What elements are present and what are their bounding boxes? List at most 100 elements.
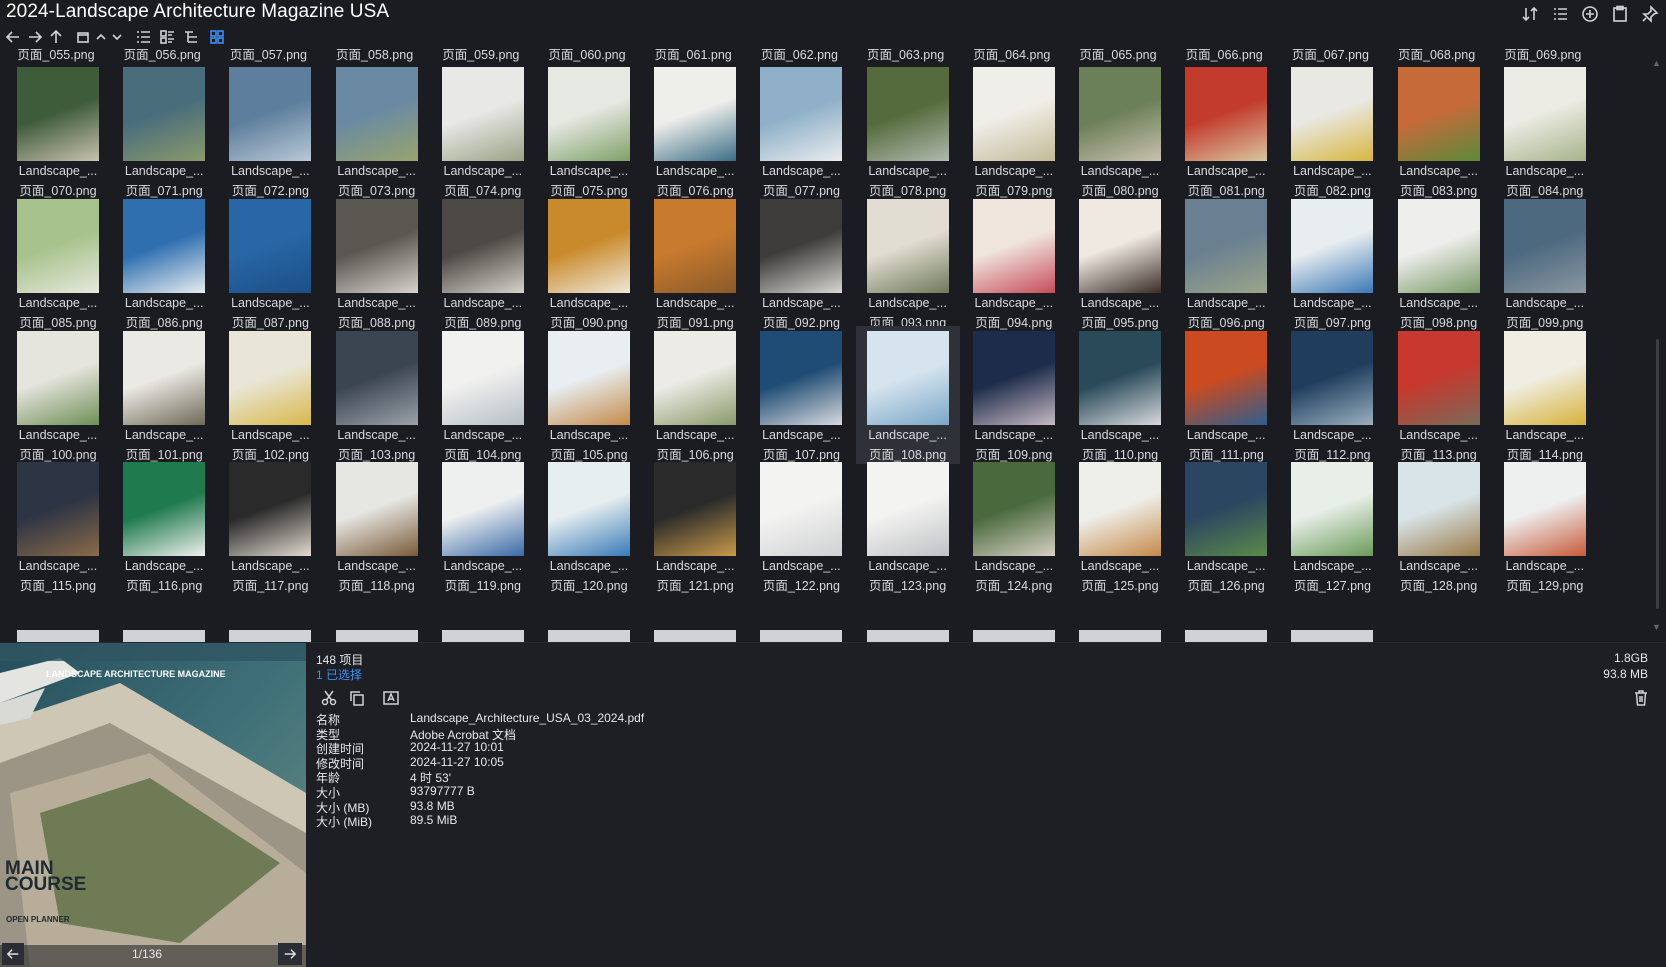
thumbnail-tile[interactable]: Landscape_... 页面_082.png	[1280, 62, 1384, 200]
thumbnail-tile[interactable]: Landscape_... 页面_129.png	[1493, 457, 1597, 595]
thumbnail-tile[interactable]: Landscape_... 页面_099.png	[1493, 194, 1597, 332]
thumbnail-label-top[interactable]: 页面_058.png	[323, 44, 427, 63]
thumbnail-tile[interactable]: Landscape_... 页面_124.png	[962, 457, 1066, 595]
thumbnail-tile[interactable]: Landscape_... 页面_093.png	[856, 194, 960, 332]
thumbnail-partial[interactable]	[229, 630, 312, 642]
thumbnail-tile[interactable]: Landscape_... 页面_081.png	[1174, 62, 1278, 200]
thumbnail-partial[interactable]	[866, 630, 949, 642]
thumbnail-tile[interactable]: Landscape_... 页面_110.png	[1068, 326, 1172, 464]
copy-icon[interactable]	[348, 689, 368, 709]
thumbnail-tile[interactable]: Landscape_... 页面_112.png	[1280, 326, 1384, 464]
thumbnail-label-top[interactable]: 页面_066.png	[1172, 44, 1276, 63]
thumbnail-tile[interactable]: Landscape_... 页面_101.png	[112, 326, 216, 464]
thumbnail-partial[interactable]	[972, 630, 1055, 642]
thumbnail-tile[interactable]: Landscape_... 页面_109.png	[962, 326, 1066, 464]
thumbnail-tile[interactable]: Landscape_... 页面_088.png	[325, 194, 429, 332]
preview-prev-button[interactable]	[2, 943, 24, 965]
thumbnail-label-top[interactable]: 页面_067.png	[1278, 44, 1382, 63]
thumbnail-tile[interactable]: Landscape_... 页面_103.png	[325, 326, 429, 464]
thumbnail-label-top[interactable]: 页面_056.png	[110, 44, 214, 63]
thumbnail-tile[interactable]: Landscape_... 页面_072.png	[218, 62, 322, 200]
thumbnail-partial[interactable]	[441, 630, 524, 642]
thumbnail-tile[interactable]: Landscape_... 页面_074.png	[431, 62, 535, 200]
thumbnail-label-top[interactable]: 页面_068.png	[1385, 44, 1489, 63]
thumbnail-tile[interactable]: Landscape_... 页面_105.png	[537, 326, 641, 464]
thumbnail-tile[interactable]: Landscape_... 页面_097.png	[1280, 194, 1384, 332]
thumbnail-tile[interactable]: Landscape_... 页面_128.png	[1387, 457, 1491, 595]
thumbnail-tile[interactable]: Landscape_... 页面_120.png	[537, 457, 641, 595]
thumbnail-tile[interactable]: Landscape_... 页面_073.png	[325, 62, 429, 200]
thumbnail-label-top[interactable]: 页面_062.png	[747, 44, 851, 63]
thumbnail-tile[interactable]: Landscape_... 页面_083.png	[1387, 62, 1491, 200]
thumbnail-label-top[interactable]: 页面_069.png	[1491, 44, 1595, 63]
thumbnail-tile[interactable]: Landscape_... 页面_090.png	[537, 194, 641, 332]
thumbnail-label-top[interactable]: 页面_059.png	[429, 44, 533, 63]
thumbnail-tile[interactable]: Landscape_... 页面_096.png	[1174, 194, 1278, 332]
thumbnail-tile[interactable]: Landscape_... 页面_113.png	[1387, 326, 1491, 464]
thumbnail-tile[interactable]: Landscape_... 页面_094.png	[962, 194, 1066, 332]
thumbnail-tile[interactable]: Landscape_... 页面_114.png	[1493, 326, 1597, 464]
thumbnail-tile[interactable]: Landscape_... 页面_091.png	[643, 194, 747, 332]
preview-next-button[interactable]	[278, 943, 302, 965]
thumbnail-tile[interactable]: Landscape_... 页面_116.png	[112, 457, 216, 595]
thumbnail-label-top[interactable]: 页面_061.png	[641, 44, 745, 63]
thumbnail-tile[interactable]: Landscape_... 页面_084.png	[1493, 62, 1597, 200]
thumbnail-tile[interactable]: Landscape_... 页面_107.png	[749, 326, 853, 464]
pin-icon[interactable]	[1640, 4, 1660, 24]
thumbnail-tile[interactable]: Landscape_... 页面_079.png	[962, 62, 1066, 200]
scroll-thumb[interactable]	[1656, 339, 1659, 609]
thumbnail-tile[interactable]: Landscape_... 页面_123.png	[856, 457, 960, 595]
thumbnail-partial[interactable]	[123, 630, 206, 642]
thumbnail-label-top[interactable]: 页面_065.png	[1066, 44, 1170, 63]
thumbnail-tile[interactable]: Landscape_... 页面_085.png	[6, 194, 110, 332]
thumbnail-tile[interactable]: Landscape_... 页面_089.png	[431, 194, 535, 332]
thumbnail-tile[interactable]: Landscape_... 页面_111.png	[1174, 326, 1278, 464]
thumbnail-tile[interactable]: Landscape_... 页面_098.png	[1387, 194, 1491, 332]
thumbnail-tile[interactable]: Landscape_... 页面_126.png	[1174, 457, 1278, 595]
thumbnail-tile[interactable]: Landscape_... 页面_078.png	[856, 62, 960, 200]
thumbnail-tile[interactable]: Landscape_... 页面_108.png	[855, 325, 960, 464]
scroll-down-icon[interactable]: ▼	[1652, 622, 1661, 632]
thumbnail-partial[interactable]	[17, 630, 99, 642]
thumbnail-tile[interactable]: Landscape_... 页面_127.png	[1280, 457, 1384, 595]
thumbnail-tile[interactable]: Landscape_... 页面_076.png	[643, 62, 747, 200]
thumbnail-partial[interactable]	[654, 630, 737, 642]
thumbnail-partial[interactable]	[760, 630, 843, 642]
thumbnail-tile[interactable]: Landscape_... 页面_102.png	[218, 326, 322, 464]
thumbnail-tile[interactable]: Landscape_... 页面_121.png	[643, 457, 747, 595]
thumbnail-partial[interactable]	[335, 630, 418, 642]
thumbnail-tile[interactable]: Landscape_... 页面_070.png	[6, 62, 110, 200]
thumbnail-tile[interactable]: Landscape_... 页面_077.png	[749, 62, 853, 200]
thumbnail-label-top[interactable]: 页面_060.png	[535, 44, 639, 63]
thumbnail-partial[interactable]	[1079, 630, 1161, 642]
thumbnail-tile[interactable]: Landscape_... 页面_104.png	[431, 326, 535, 464]
thumbnail-tile[interactable]: Landscape_... 页面_125.png	[1068, 457, 1172, 595]
thumbnail-tile[interactable]: Landscape_... 页面_071.png	[112, 62, 216, 200]
thumbnail-partial[interactable]	[1291, 630, 1374, 642]
clipboard-icon[interactable]	[1610, 4, 1630, 24]
thumbnail-label-top[interactable]: 页面_063.png	[854, 44, 958, 63]
add-icon[interactable]	[1580, 4, 1600, 24]
thumbnail-partial[interactable]	[548, 630, 630, 642]
thumbnail-label-top[interactable]: 页面_055.png	[4, 44, 108, 63]
thumbnail-tile[interactable]: Landscape_... 页面_115.png	[6, 457, 110, 595]
thumbnail-tile[interactable]: Landscape_... 页面_080.png	[1068, 62, 1172, 200]
thumbnail-partial[interactable]	[1185, 630, 1268, 642]
thumbnail-label-top[interactable]: 页面_057.png	[216, 44, 320, 63]
thumbnail-tile[interactable]: Landscape_... 页面_122.png	[749, 457, 853, 595]
thumbnail-tile[interactable]: Landscape_... 页面_100.png	[6, 326, 110, 464]
sort-icon[interactable]	[1520, 4, 1540, 24]
thumbnail-tile[interactable]: Landscape_... 页面_086.png	[112, 194, 216, 332]
thumbnail-tile[interactable]: Landscape_... 页面_119.png	[431, 457, 535, 595]
thumbnail-tile[interactable]: Landscape_... 页面_118.png	[325, 457, 429, 595]
vertical-scrollbar[interactable]: ▲ ▼	[1648, 44, 1666, 642]
thumbnail-tile[interactable]: Landscape_... 页面_087.png	[218, 194, 322, 332]
trash-icon[interactable]	[1632, 689, 1652, 709]
thumbnail-tile[interactable]: Landscape_... 页面_106.png	[643, 326, 747, 464]
scroll-up-icon[interactable]: ▲	[1652, 58, 1661, 68]
rename-icon[interactable]	[382, 689, 402, 709]
thumbnail-tile[interactable]: Landscape_... 页面_092.png	[749, 194, 853, 332]
thumbnail-label-top[interactable]: 页面_064.png	[960, 44, 1064, 63]
cut-icon[interactable]	[320, 689, 340, 709]
list-icon[interactable]	[1550, 4, 1570, 24]
